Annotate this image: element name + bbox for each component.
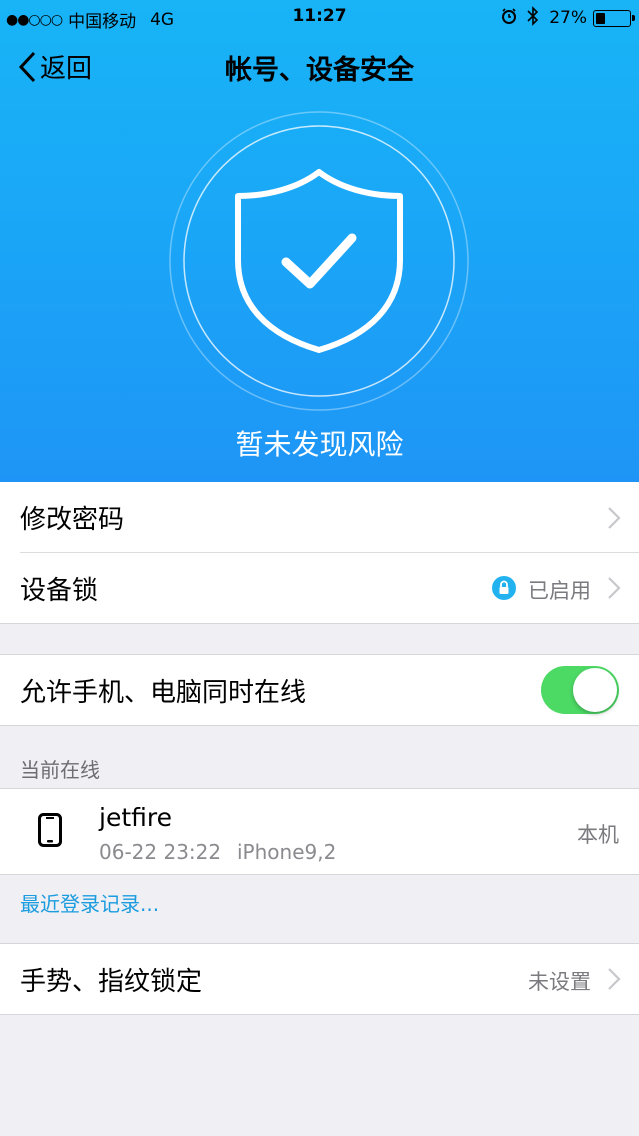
gesture-lock-status: 未设置 — [528, 970, 591, 994]
shield-icon — [235, 169, 403, 353]
phone-icon — [38, 813, 62, 851]
battery-icon — [593, 9, 635, 27]
gesture-fingerprint-lock-row[interactable]: 手势、指纹锁定 未设置 — [0, 944, 639, 1014]
allow-simultaneous-online-row: 允许手机、电脑同时在线 — [0, 655, 639, 725]
device-model: iPhone9,2 — [237, 840, 337, 864]
change-password-row[interactable]: 修改密码 — [0, 482, 639, 553]
alarm-icon — [501, 8, 517, 28]
toggle-knob — [573, 668, 617, 712]
battery-percent: 27% — [549, 8, 587, 28]
online-section-header: 当前在线 — [20, 758, 100, 782]
divider — [0, 623, 639, 624]
allow-online-toggle[interactable] — [541, 666, 619, 714]
change-password-label: 修改密码 — [20, 505, 125, 535]
online-device-row: jetfire 06-22 23:22 iPhone9,2 本机 — [0, 789, 639, 874]
page-title: 帐号、设备安全 — [225, 55, 414, 86]
device-lock-label: 设备锁 — [20, 575, 99, 606]
security-shield-graphic — [168, 110, 470, 412]
chevron-right-icon — [608, 507, 621, 529]
chevron-right-icon — [608, 577, 621, 599]
this-device-tag: 本机 — [577, 823, 619, 847]
divider — [0, 874, 639, 875]
lock-icon — [492, 576, 516, 600]
divider — [0, 725, 639, 726]
device-login-time: 06-22 23:22 — [99, 840, 222, 864]
divider — [0, 1014, 639, 1015]
gesture-lock-label: 手势、指纹锁定 — [20, 966, 203, 997]
status-bar: ●●○○○ 中国移动 4G 11:27 27% — [0, 0, 639, 34]
security-status-text: 暂未发现风险 — [235, 428, 404, 461]
device-name: jetfire — [99, 803, 172, 832]
device-lock-row[interactable]: 设备锁 已启用 — [0, 553, 639, 623]
checkmark-icon — [281, 233, 357, 289]
allow-online-label: 允许手机、电脑同时在线 — [20, 677, 307, 708]
device-lock-status: 已启用 — [528, 579, 591, 603]
bluetooth-icon — [527, 6, 539, 30]
navigation-bar: 返回 帐号、设备安全 — [0, 34, 639, 98]
recent-login-records-link[interactable]: 最近登录记录... — [20, 888, 159, 917]
chevron-right-icon — [608, 968, 621, 990]
